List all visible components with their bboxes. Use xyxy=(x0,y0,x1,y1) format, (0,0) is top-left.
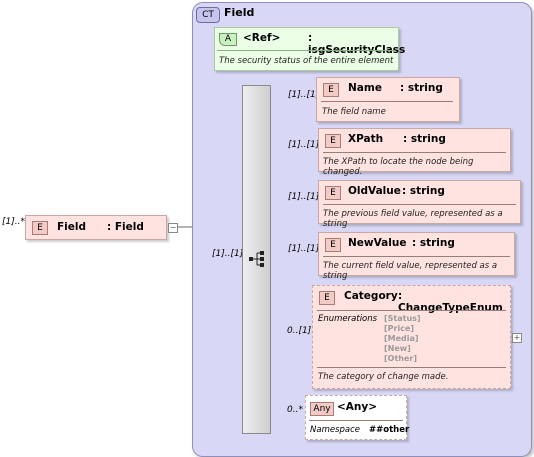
root-element-type: : Field xyxy=(107,221,144,233)
child-multiplicity: [1]..[1] xyxy=(288,244,320,254)
child-doc: The XPath to locate the node being chang… xyxy=(323,157,474,177)
child-doc: The current field value, represented as … xyxy=(323,261,498,281)
root-multiplicity: [1]..* xyxy=(2,217,25,227)
element-badge: E xyxy=(32,221,48,235)
element-badge: E xyxy=(319,291,335,305)
child-element-box[interactable]: E NewValue : string The current field va… xyxy=(318,232,515,281)
sequence-multiplicity: [1]..[1] xyxy=(212,249,244,259)
category-doc-separator xyxy=(317,367,506,368)
enum-value: [Status] xyxy=(384,314,421,323)
child-element-type: : string xyxy=(403,133,446,145)
child-separator xyxy=(321,101,453,102)
attribute-box[interactable]: A <Ref> : isgSecurityClass The security … xyxy=(214,27,405,71)
namespace-value: ##other xyxy=(369,425,410,435)
attribute-badge: A xyxy=(219,33,237,46)
sequence-icon xyxy=(249,251,264,267)
root-element-box[interactable]: E Field : Field xyxy=(25,215,167,240)
child-element-type: : string xyxy=(400,82,443,94)
namespace-label: Namespace xyxy=(310,425,361,435)
enum-value: [Other] xyxy=(384,354,418,363)
child-doc: The field name xyxy=(322,107,386,117)
child-element-name: OldValue xyxy=(348,185,401,197)
child-separator xyxy=(323,256,510,257)
complex-type-badge: CT xyxy=(196,7,220,23)
attribute-separator xyxy=(217,50,395,51)
child-multiplicity: [1]..[1] xyxy=(288,140,320,150)
category-doc: The category of change made. xyxy=(318,372,449,382)
child-element-name: XPath xyxy=(348,133,384,145)
category-multiplicity: 0..[1] xyxy=(287,326,312,336)
attribute-doc: The security status of the entire elemen… xyxy=(219,56,394,66)
category-separator xyxy=(317,310,506,311)
element-badge: E xyxy=(325,238,341,252)
child-element-box[interactable]: E OldValue : string The previous field v… xyxy=(318,180,521,229)
child-doc: The previous field value, represented as… xyxy=(323,209,503,229)
collapse-toggle[interactable]: − xyxy=(168,223,178,233)
child-element-box[interactable]: E XPath : string The XPath to locate the… xyxy=(318,128,511,177)
element-badge: E xyxy=(325,186,341,200)
child-separator xyxy=(323,204,516,205)
any-multiplicity: 0..* xyxy=(287,405,303,415)
child-element-type: : string xyxy=(402,185,445,197)
root-element-name: Field xyxy=(57,221,87,233)
expand-toggle[interactable]: + xyxy=(512,333,522,343)
enum-value: [Media] xyxy=(384,334,419,343)
child-multiplicity: [1]..[1] xyxy=(288,90,320,100)
enum-value: [Price] xyxy=(384,324,415,333)
enum-value: [New] xyxy=(384,344,411,353)
any-badge: Any xyxy=(310,402,334,416)
any-element-box[interactable]: Any <Any> Namespace ##other xyxy=(305,395,410,440)
element-badge: E xyxy=(323,83,339,97)
any-name: <Any> xyxy=(337,401,378,413)
child-element-box[interactable]: E Name : string The field name xyxy=(316,77,460,122)
child-element-name: Name xyxy=(348,82,382,94)
attribute-type: : isgSecurityClass xyxy=(308,32,406,56)
element-badge: E xyxy=(325,134,341,148)
any-separator xyxy=(309,420,403,421)
category-name: Category xyxy=(344,290,398,302)
child-element-name: NewValue xyxy=(348,237,407,249)
child-multiplicity: [1]..[1] xyxy=(288,192,320,202)
child-element-type: : string xyxy=(412,237,455,249)
category-element-box[interactable]: E Category : ChangeTypeEnum Enumerations… xyxy=(312,285,511,389)
child-separator xyxy=(323,152,506,153)
complex-type-title: Field xyxy=(224,6,255,19)
attribute-name: <Ref> xyxy=(243,32,281,44)
enumerations-label: Enumerations xyxy=(318,314,378,324)
